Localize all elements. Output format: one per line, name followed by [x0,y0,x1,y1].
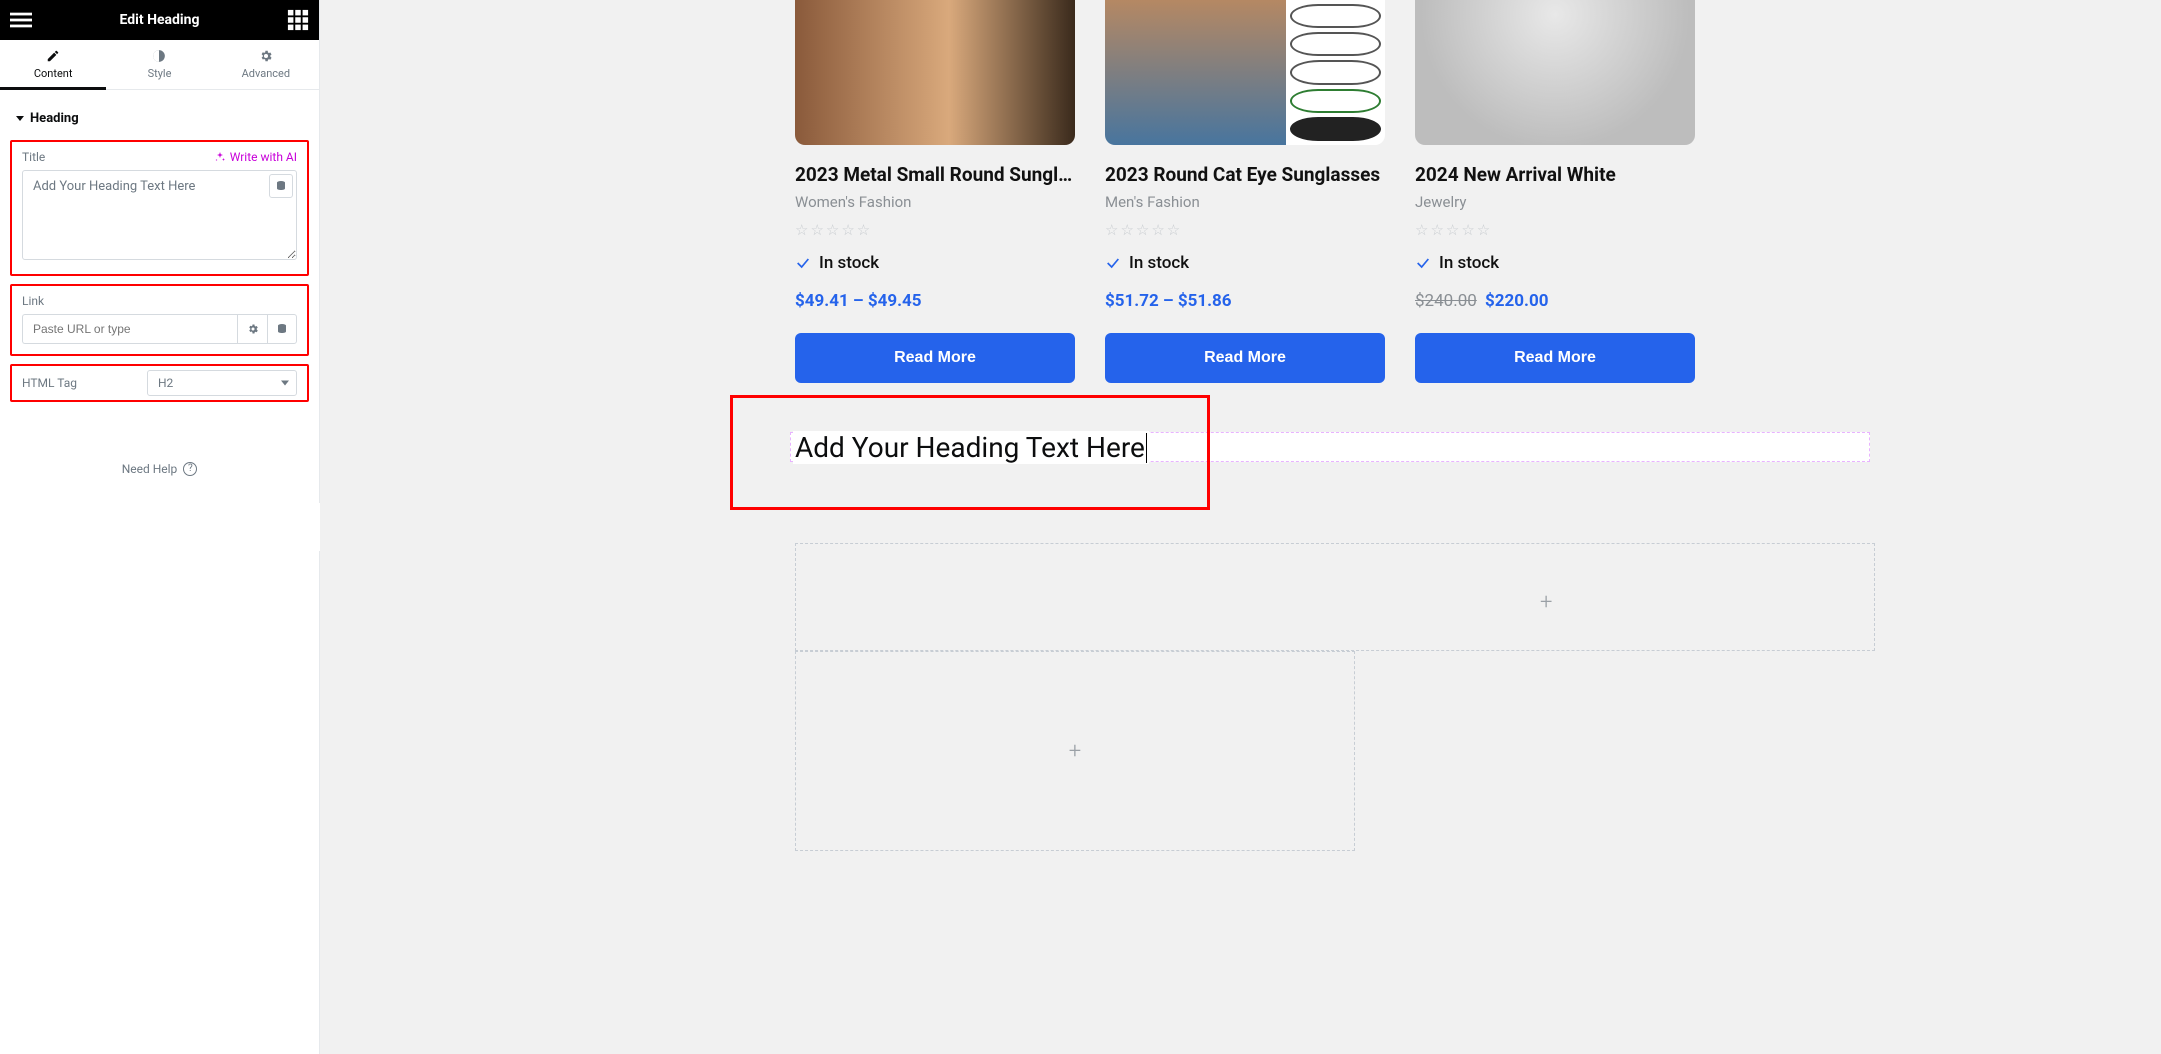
write-with-ai-link[interactable]: Write with AI [214,150,297,164]
products-row: 2023 Metal Small Round Sunglasses Women'… [795,0,1695,383]
chevron-down-icon [281,381,289,386]
product-title[interactable]: 2024 New Arrival White [1415,163,1695,187]
help-icon: ? [183,462,197,476]
product-card[interactable]: 2024 New Arrival White Jewelry ☆☆☆☆☆ In … [1415,0,1695,383]
product-title[interactable]: 2023 Metal Small Round Sunglasses [795,163,1075,187]
tab-style[interactable]: Style [106,40,212,89]
read-more-button[interactable]: Read More [795,333,1075,383]
stock-status: In stock [1415,253,1695,273]
panel-title: Edit Heading [32,12,287,28]
dynamic-tags-button[interactable] [269,174,293,198]
add-column-zone[interactable]: + [795,651,1355,851]
editor-sidebar: Edit Heading Content Style Advanced He [0,0,320,1054]
widgets-grid-icon[interactable] [287,9,309,31]
plus-icon: + [1069,739,1081,764]
html-tag-label: HTML Tag [22,376,77,390]
link-label: Link [22,294,44,308]
link-options-button[interactable] [237,314,267,344]
rating-stars: ☆☆☆☆☆ [795,221,1075,239]
title-field-group: Title Write with AI [10,140,309,276]
product-image[interactable] [795,0,1075,145]
title-label: Title [22,150,45,164]
check-icon [1105,255,1121,271]
sparkle-icon [214,151,226,163]
heading-widget[interactable]: Add Your Heading Text Here [793,431,1149,464]
product-price: $240.00 $220.00 [1415,291,1695,311]
rating-stars: ☆☆☆☆☆ [1415,221,1695,239]
menu-icon[interactable] [10,9,32,31]
editor-canvas[interactable]: 2023 Metal Small Round Sunglasses Women'… [320,0,2161,1054]
product-category[interactable]: Men's Fashion [1105,193,1385,211]
database-icon [275,180,287,192]
product-category[interactable]: Women's Fashion [795,193,1075,211]
product-category[interactable]: Jewelry [1415,193,1695,211]
read-more-button[interactable]: Read More [1415,333,1695,383]
stock-status: In stock [795,253,1075,273]
product-card[interactable]: 2023 Metal Small Round Sunglasses Women'… [795,0,1075,383]
tab-advanced[interactable]: Advanced [213,40,319,89]
plus-icon: + [1540,590,1552,615]
sidebar-header: Edit Heading [0,0,319,40]
product-image[interactable] [1105,0,1385,145]
need-help-link[interactable]: Need Help ? [10,462,309,476]
product-price: $51.72 – $51.86 [1105,291,1385,311]
check-icon [795,255,811,271]
html-tag-field-group: HTML Tag H2 [10,364,309,402]
product-title[interactable]: 2023 Round Cat Eye Sunglasses [1105,163,1385,187]
product-price: $49.41 – $49.45 [795,291,1075,311]
link-field-group: Link [10,284,309,356]
caret-down-icon [16,116,24,121]
gear-icon [247,323,259,335]
read-more-button[interactable]: Read More [1105,333,1385,383]
link-input[interactable] [22,314,237,344]
add-section-zone[interactable] [795,543,1875,651]
product-image[interactable] [1415,0,1695,145]
tab-content[interactable]: Content [0,40,106,89]
product-card[interactable]: 2023 Round Cat Eye Sunglasses Men's Fash… [1105,0,1385,383]
check-icon [1415,255,1431,271]
section-heading-toggle[interactable]: Heading [10,105,309,140]
html-tag-select[interactable]: H2 [147,370,297,396]
database-icon [276,323,288,335]
tabs: Content Style Advanced [0,40,319,90]
rating-stars: ☆☆☆☆☆ [1105,221,1385,239]
stock-status: In stock [1105,253,1385,273]
title-textarea[interactable] [22,170,297,260]
text-cursor [1146,433,1147,463]
link-dynamic-button[interactable] [267,314,297,344]
